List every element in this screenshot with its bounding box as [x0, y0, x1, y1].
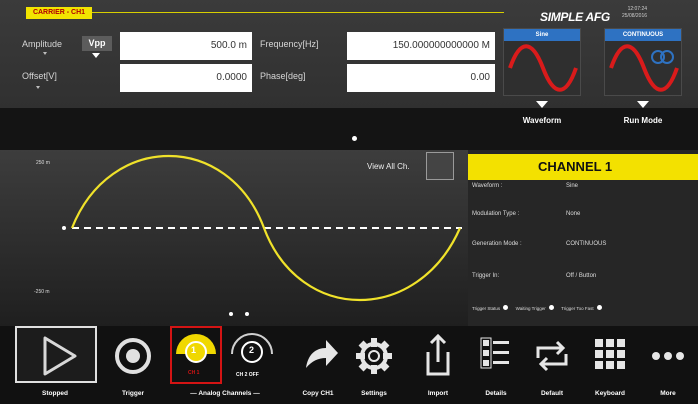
frequency-field[interactable]: 150.000000000000 M [347, 32, 495, 60]
page-indicator-dot [352, 136, 357, 141]
offset-field[interactable]: 0.0000 [120, 64, 252, 92]
amplitude-dropdown-icon[interactable] [43, 52, 47, 55]
settings-label: Settings [361, 390, 387, 397]
import-label: Import [427, 390, 449, 397]
brand-logo: SIMPLE AFG [540, 10, 610, 24]
stopped-label: Stopped [42, 390, 68, 397]
waiting-trigger-text: Waiting Trigger [515, 306, 546, 311]
ch1-state: CH 1 [188, 370, 200, 376]
play-icon [43, 336, 77, 376]
waveform-preview: 250 m -250 m View All Ch. [0, 150, 468, 326]
run-mode-dropdown-icon[interactable] [637, 101, 649, 108]
play-button-frame[interactable] [15, 326, 97, 383]
settings-button[interactable]: Settings [346, 326, 402, 404]
row-value: Off / Button [566, 273, 597, 279]
gear-icon [356, 338, 392, 374]
waveform-dropdown-icon[interactable] [536, 101, 548, 108]
ch2-state: CH 2 OFF [236, 372, 259, 378]
waveform-plot [62, 154, 462, 301]
view-all-channels-checkbox[interactable] [426, 152, 454, 180]
continuous-wave-icon [609, 44, 679, 92]
zero-marker-dot [62, 226, 66, 230]
keyboard-label: Keyboard [595, 390, 625, 397]
offset-dropdown-icon[interactable] [36, 86, 40, 89]
ch1-toggle-button[interactable]: 1 CH 1 [170, 326, 222, 384]
upload-icon [426, 333, 450, 376]
amplitude-label: Amplitude [22, 39, 63, 49]
row-value: CONTINUOUS [566, 241, 607, 247]
more-button[interactable]: More [640, 326, 696, 404]
bottom-toolbar: Stopped Trigger 1 CH 1 2 CH 2 OFF Copy C… [0, 326, 698, 404]
trigger-too-fast-text: Trigger Too Fast [561, 306, 594, 311]
channel-info-panel: CHANNEL 1 Waveform : Sine Modulation Typ… [468, 150, 698, 326]
waveform-label: Waveform [522, 116, 562, 125]
default-label: Default [540, 390, 564, 397]
scope-page-dot-1 [229, 312, 233, 316]
share-arrow-icon [306, 340, 338, 368]
waveform-tile[interactable]: Sine [503, 28, 581, 96]
run-mode-tile[interactable]: CONTINUOUS [604, 28, 682, 96]
view-all-channels-label: View All Ch. [367, 162, 410, 171]
row-key: Trigger In: [472, 273, 500, 279]
details-label: Details [485, 390, 507, 397]
ch1-number: 1 [191, 345, 197, 355]
offset-label: Offset[V] [22, 71, 57, 81]
row-value: None [566, 211, 581, 217]
carrier-settings-panel: CARRIER - CH1 SIMPLE AFG 12:07:24 25/08/… [0, 0, 698, 150]
phase-label: Phase[deg] [260, 71, 306, 81]
carrier-divider [92, 12, 504, 13]
more-label: More [660, 390, 676, 397]
row-key: Waveform : [472, 183, 503, 189]
row-key: Generation Mode : [472, 241, 522, 247]
panel-shade [0, 108, 698, 150]
frequency-label: Frequency[Hz] [260, 39, 319, 49]
run-mode-label: Run Mode [623, 116, 663, 125]
time-text: 12:07:24 [627, 6, 648, 12]
scale-bottom-label: -250 m [34, 289, 50, 295]
sine-wave-icon [508, 44, 578, 92]
list-details-icon [480, 337, 509, 369]
trigger-status-legend: Trigger Status Waiting Trigger Trigger T… [472, 305, 602, 311]
amplitude-field[interactable]: 500.0 m [120, 32, 252, 60]
reset-loop-icon [536, 340, 568, 372]
row-key: Modulation Type : [472, 211, 520, 217]
datetime-display: 12:07:24 25/08/2016 [622, 6, 647, 20]
unit-dropdown-icon[interactable] [92, 53, 100, 58]
channel-title: CHANNEL 1 [468, 154, 698, 180]
waiting-trigger-dot [549, 305, 554, 310]
scale-top-label: 250 m [36, 160, 50, 166]
trigger-status-dot [503, 305, 509, 310]
phase-field[interactable]: 0.00 [347, 64, 495, 92]
details-button[interactable]: Details [468, 326, 524, 404]
keyboard-grid-icon [595, 339, 625, 369]
date-text: 25/08/2016 [622, 13, 648, 19]
scope-page-dot-2 [245, 312, 249, 316]
keyboard-button[interactable]: Keyboard [580, 326, 640, 404]
ch2-number: 2 [249, 345, 255, 355]
row-value: Sine [566, 183, 579, 189]
default-button[interactable]: Default [524, 326, 580, 404]
trigger-too-fast-dot [596, 305, 602, 310]
trigger-status-text: Trigger Status [472, 306, 501, 311]
run-mode-tile-title: CONTINUOUS [605, 29, 681, 41]
run-stop-button[interactable]: Stopped [0, 326, 110, 404]
more-dots-icon [652, 352, 684, 360]
analog-channels-label: — Analog Channels — [190, 390, 260, 397]
amplitude-unit-selector[interactable]: Vpp [82, 36, 112, 51]
trigger-icon [115, 338, 151, 374]
waveform-tile-title: Sine [504, 29, 580, 41]
carrier-tab[interactable]: CARRIER - CH1 [26, 7, 92, 19]
import-button[interactable]: Import [410, 326, 466, 404]
